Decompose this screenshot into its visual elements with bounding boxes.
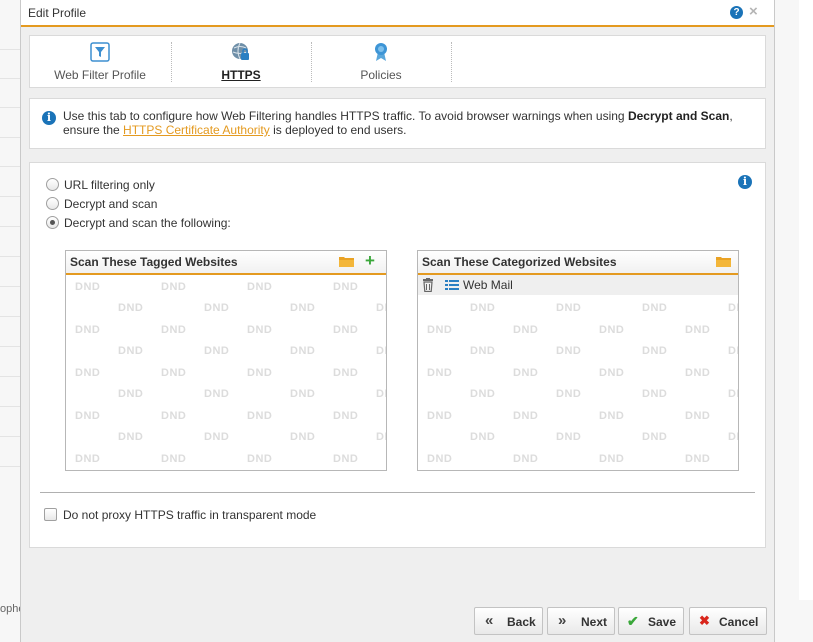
- divider: [0, 196, 20, 197]
- cancel-button[interactable]: ✖ Cancel: [689, 607, 767, 635]
- radio-label: Decrypt and scan the following:: [64, 216, 231, 230]
- divider: [0, 137, 20, 138]
- radio-label: URL filtering only: [64, 178, 155, 192]
- panel-header: Scan These Tagged Websites +: [66, 251, 386, 275]
- radio-button[interactable]: [46, 178, 59, 191]
- dialog-title: Edit Profile: [28, 6, 87, 20]
- panel-title: Scan These Categorized Websites: [422, 255, 617, 269]
- info-text-part: is deployed to end users.: [269, 123, 407, 137]
- info-banner: i Use this tab to configure how Web Filt…: [29, 98, 766, 149]
- divider: [0, 78, 20, 79]
- divider: [0, 256, 20, 257]
- divider: [0, 49, 20, 50]
- https-settings-panel: URL filtering only Decrypt and scan Decr…: [29, 162, 766, 548]
- divider: [0, 316, 20, 317]
- radio-button[interactable]: [46, 216, 59, 229]
- button-label: Save: [648, 615, 677, 629]
- divider: [0, 406, 20, 407]
- info-icon: i: [42, 111, 56, 125]
- background-page-left: [0, 0, 21, 642]
- tab-label: Policies: [360, 68, 402, 82]
- info-text-bold: Decrypt and Scan: [627, 109, 730, 123]
- ribbon-icon: [375, 43, 387, 61]
- info-text: Use this tab to configure how Web Filter…: [63, 109, 753, 137]
- save-button[interactable]: ✔ Save: [618, 607, 684, 635]
- back-button[interactable]: « Back: [474, 607, 543, 635]
- folder-icon[interactable]: [339, 256, 354, 267]
- close-icon[interactable]: ×: [749, 3, 758, 20]
- filter-icon: [90, 42, 110, 62]
- divider: [0, 286, 20, 287]
- divider: [40, 492, 755, 493]
- divider: [0, 376, 20, 377]
- help-icon[interactable]: ?: [730, 6, 743, 19]
- checkbox-label: Do not proxy HTTPS traffic in transparen…: [63, 508, 317, 522]
- list-item[interactable]: Web Mail: [418, 275, 738, 295]
- edit-profile-dialog: Edit Profile ? × Web Filter Profile HTTP…: [20, 0, 775, 642]
- trash-icon[interactable]: [422, 278, 434, 292]
- info-icon[interactable]: i: [738, 175, 752, 189]
- tagged-websites-panel: Scan These Tagged Websites + DND DND DND…: [65, 250, 387, 471]
- category-label: Web Mail: [463, 278, 513, 292]
- panel-title: Scan These Tagged Websites: [70, 255, 238, 269]
- checkmark-icon: ✔: [627, 613, 639, 629]
- https-certificate-authority-link[interactable]: HTTPS Certificate Authority: [123, 123, 270, 137]
- background-page-right-bottom: [774, 600, 813, 642]
- divider: [0, 466, 20, 467]
- next-button[interactable]: » Next: [547, 607, 615, 635]
- divider: [0, 346, 20, 347]
- button-label: Back: [507, 615, 536, 629]
- category-list-icon: [445, 280, 459, 290]
- radio-label: Decrypt and scan: [64, 197, 158, 211]
- info-text-part: Use this tab to configure how Web Filter…: [63, 109, 628, 123]
- divider: [0, 226, 20, 227]
- info-text-part: ,: [729, 109, 733, 123]
- tab-label: HTTPS: [221, 68, 261, 82]
- divider: [0, 436, 20, 437]
- button-label: Cancel: [719, 615, 759, 629]
- tab-label: Web Filter Profile: [54, 68, 146, 82]
- back-icon: «: [485, 612, 494, 629]
- panel-header: Scan These Categorized Websites: [418, 251, 738, 275]
- tab-bar: Web Filter Profile HTTPS Policies: [29, 35, 766, 88]
- categorized-websites-panel: Scan These Categorized Websites DND DND …: [417, 250, 739, 471]
- add-icon[interactable]: +: [365, 251, 375, 271]
- folder-icon[interactable]: [716, 256, 731, 267]
- button-label: Next: [581, 615, 608, 629]
- transparent-mode-checkbox[interactable]: [44, 508, 57, 521]
- tab-separator: [451, 42, 452, 82]
- dialog-titlebar: Edit Profile ? ×: [21, 0, 774, 27]
- radio-button[interactable]: [46, 197, 59, 210]
- next-icon: »: [558, 612, 567, 629]
- cancel-x-icon: ✖: [699, 613, 710, 628]
- info-text-part: ensure the: [63, 123, 124, 137]
- divider: [0, 107, 20, 108]
- divider: [0, 166, 20, 167]
- background-page-right: [774, 0, 799, 600]
- globe-lock-icon: [232, 42, 249, 60]
- tab-web-filter-profile[interactable]: Web Filter Profile: [30, 36, 170, 87]
- tab-policies[interactable]: Policies: [311, 36, 451, 87]
- tab-https[interactable]: HTTPS: [171, 36, 311, 87]
